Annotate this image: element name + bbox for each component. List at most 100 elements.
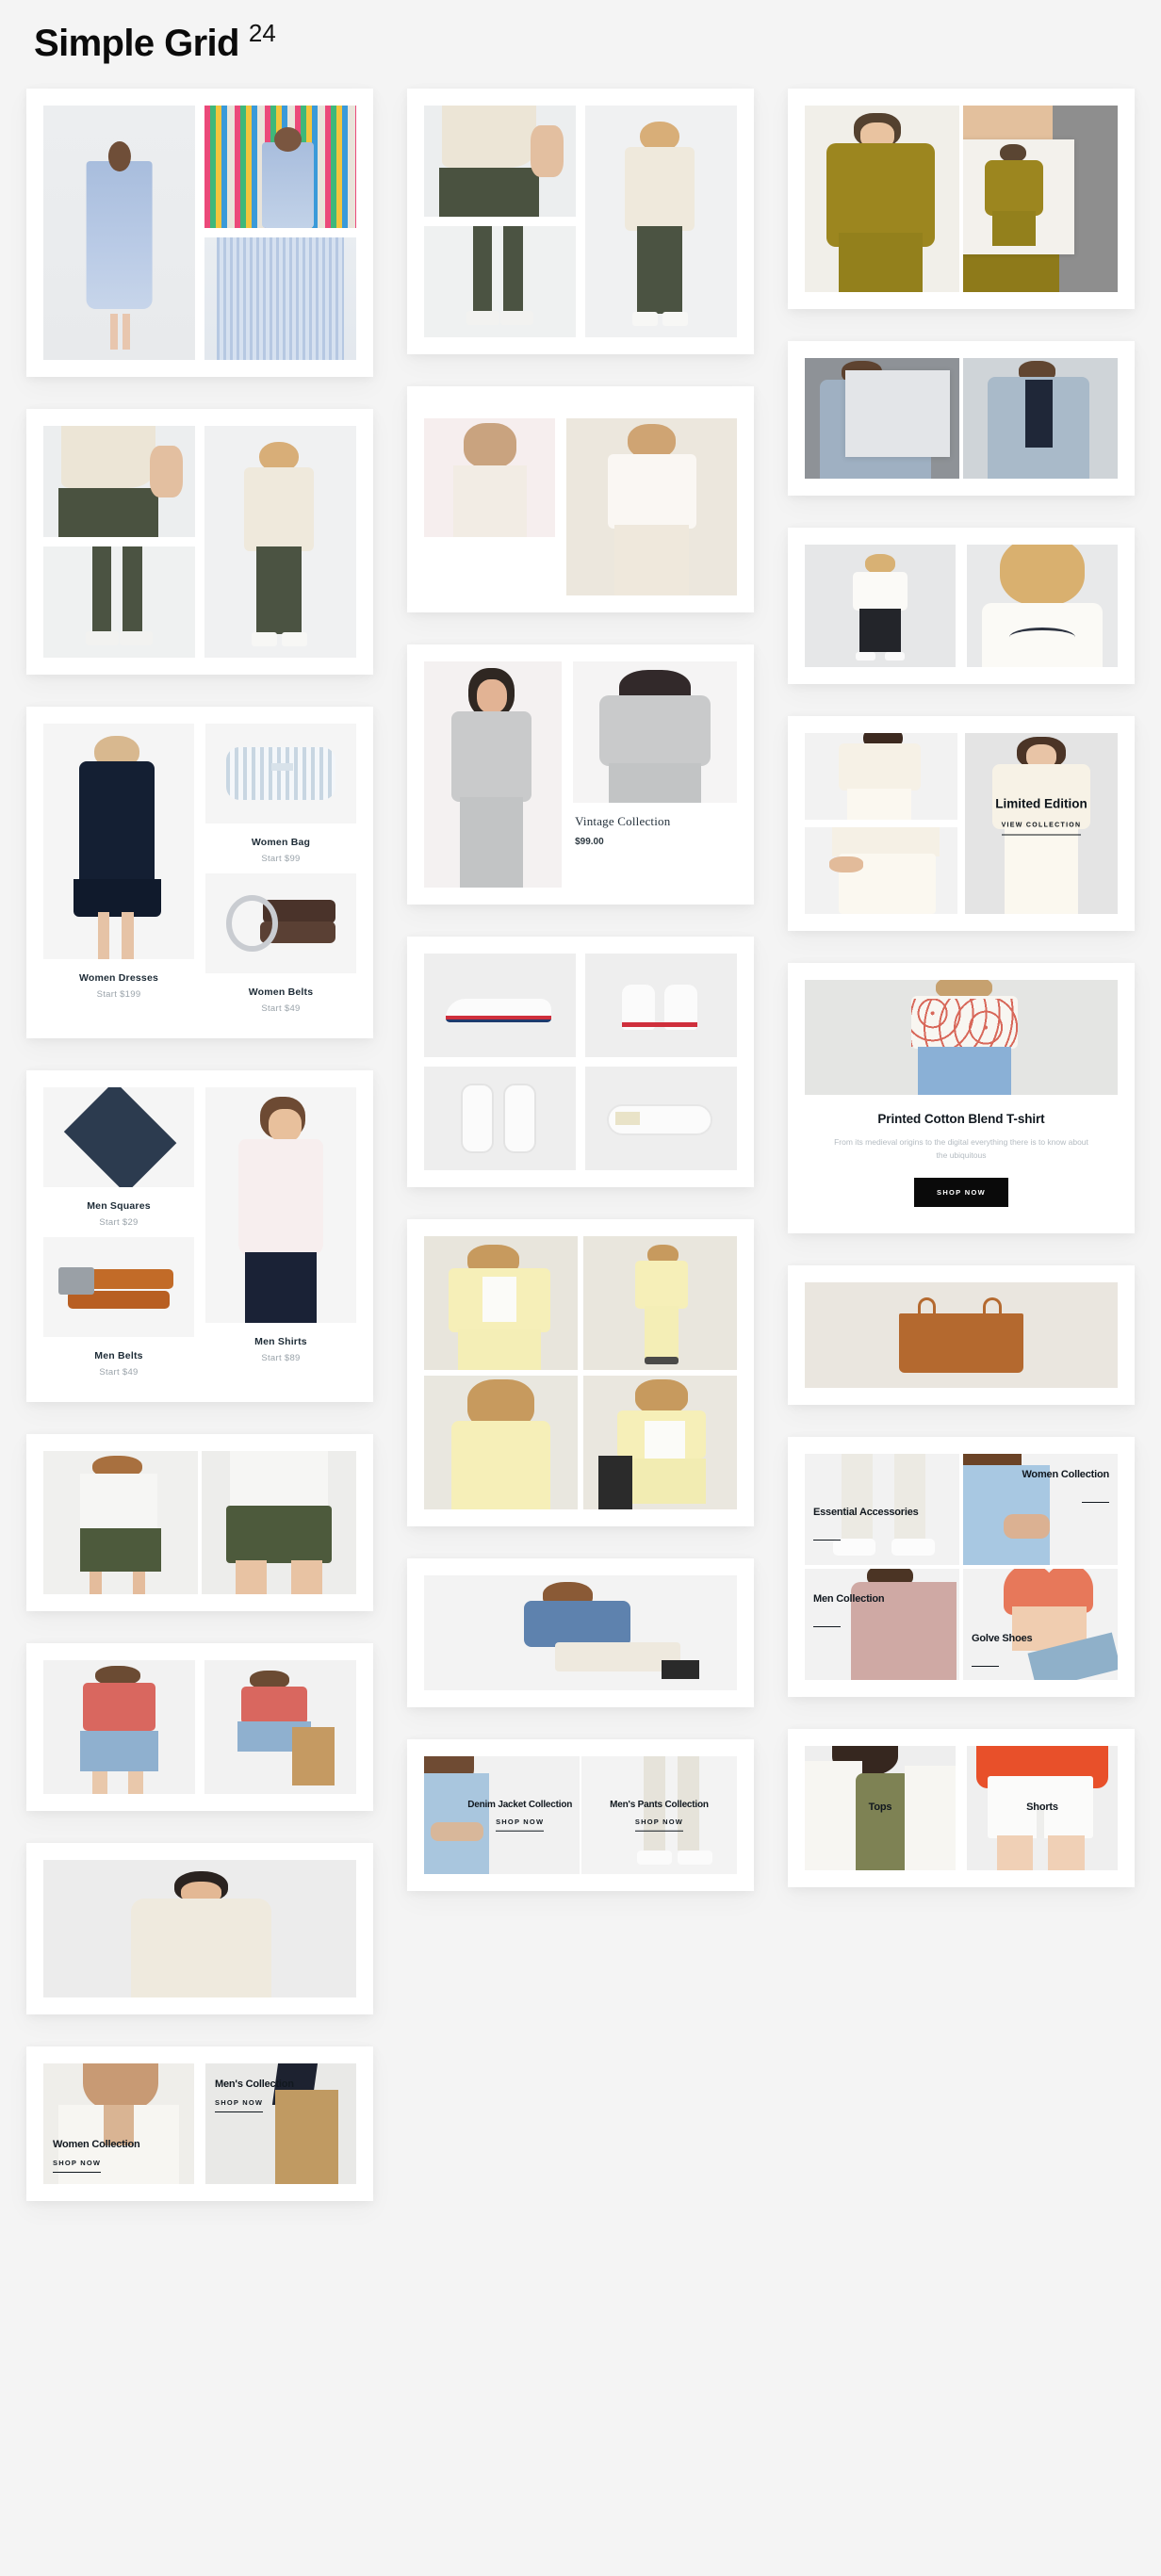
- product-image-women-dresses[interactable]: [43, 724, 194, 959]
- shop-now-link[interactable]: SHOP NOW: [496, 1818, 545, 1832]
- overlay-title: Essential Accessories: [813, 1507, 919, 1519]
- product-image[interactable]: [585, 106, 737, 337]
- product-image[interactable]: [424, 418, 556, 537]
- card-olive-pants-gallery-alt[interactable]: [407, 89, 754, 354]
- card-boys-olive-pants-gallery[interactable]: [26, 409, 373, 675]
- overlay-underline[interactable]: [813, 1526, 842, 1541]
- caption-title: Women Dresses: [78, 972, 159, 984]
- tile-women-collection[interactable]: Women Collection: [963, 1453, 1118, 1565]
- view-collection-link[interactable]: VIEW COLLECTION: [1001, 823, 1082, 836]
- overlay-women-collection: Women Collection SHOP NOW: [53, 2139, 140, 2173]
- tile-golve-shoes[interactable]: Golve Shoes: [963, 1568, 1118, 1680]
- overlay-denim-jacket-collection: Denim Jacket Collection SHOP NOW: [467, 1799, 572, 1832]
- card-collection-quad[interactable]: Essential Accessories Women Collection M…: [788, 1436, 1135, 1697]
- product-image[interactable]: [43, 1860, 356, 1997]
- tile-essential-accessories[interactable]: Essential Accessories: [805, 1453, 959, 1565]
- card-tan-tote-bag-single[interactable]: [788, 1264, 1135, 1405]
- overlay-underline[interactable]: [813, 1613, 842, 1627]
- product-image-women-belts[interactable]: [205, 873, 356, 973]
- shop-now-link[interactable]: SHOP NOW: [53, 2159, 102, 2173]
- product-image[interactable]: [43, 106, 195, 360]
- product-image[interactable]: [204, 426, 356, 658]
- card-men-essentials[interactable]: Men Squares Start $29 Men Belts Start $4…: [26, 1070, 373, 1402]
- shop-now-link[interactable]: SHOP NOW: [215, 2098, 264, 2112]
- product-image[interactable]: [424, 106, 576, 217]
- overlay-underline[interactable]: [972, 1653, 1000, 1667]
- product-image[interactable]: [43, 1660, 195, 1794]
- tile-denim-jacket-collection[interactable]: Denim Jacket Collection SHOP NOW: [424, 1756, 580, 1874]
- product-image[interactable]: [805, 980, 1118, 1095]
- card-blue-sweater-single[interactable]: [407, 1558, 754, 1707]
- card-cream-hoodie-single[interactable]: [26, 1843, 373, 2014]
- tile-men-collection[interactable]: Men Collection: [805, 1568, 959, 1680]
- product-image[interactable]: [805, 545, 956, 667]
- card-collection-split-women-men[interactable]: Women Collection SHOP NOW Men's Collecti…: [26, 2046, 373, 2201]
- product-image[interactable]: [424, 226, 576, 337]
- product-image[interactable]: [424, 1376, 578, 1509]
- card-denim-skirt-pair[interactable]: [26, 1643, 373, 1811]
- product-image-inset[interactable]: [844, 369, 951, 457]
- tile-shorts[interactable]: Shorts: [967, 1745, 1118, 1870]
- overlay-title: Women Collection: [1022, 1468, 1109, 1480]
- card-olive-wrap-dress[interactable]: [788, 89, 1135, 309]
- product-image[interactable]: [583, 1376, 737, 1509]
- card-yellow-suit-grid[interactable]: [407, 1219, 754, 1526]
- product-image[interactable]: [963, 358, 1118, 479]
- overlay-title: Men's Pants Collection: [610, 1799, 709, 1810]
- overlay-title: Denim Jacket Collection: [467, 1799, 573, 1810]
- product-image-limited-edition[interactable]: Limited Edition VIEW COLLECTION: [965, 733, 1118, 914]
- product-image[interactable]: [424, 954, 576, 1057]
- product-image[interactable]: [204, 1660, 356, 1794]
- card-vintage-collection[interactable]: Vintage Collection $99.00: [407, 644, 754, 905]
- card-white-sneakers-grid[interactable]: [407, 937, 754, 1187]
- product-image[interactable]: [805, 1281, 1118, 1388]
- tile-mens-collection[interactable]: Men's Collection SHOP NOW: [205, 2063, 356, 2184]
- product-image[interactable]: [424, 1067, 576, 1170]
- card-women-essentials[interactable]: Women Dresses Start $199 Women Bag Start…: [26, 707, 373, 1038]
- overlay-mens-pants-collection: Men's Pants Collection SHOP NOW: [581, 1799, 737, 1832]
- product-image[interactable]: [585, 1067, 737, 1170]
- product-image[interactable]: [805, 827, 957, 914]
- product-image[interactable]: [805, 358, 959, 479]
- product-image[interactable]: [573, 661, 737, 803]
- product-image-inset[interactable]: [963, 139, 1075, 255]
- card-girls-dress-gallery[interactable]: [26, 89, 373, 377]
- overlay-essential-accessories: Essential Accessories: [813, 1507, 919, 1541]
- caption-men-shirts: Men Shirts Start $89: [205, 1323, 356, 1371]
- card-grey-blazer-men[interactable]: [788, 341, 1135, 496]
- product-image[interactable]: [204, 237, 356, 360]
- product-image[interactable]: [43, 1451, 198, 1594]
- product-image[interactable]: [204, 106, 356, 228]
- product-image-men-belts[interactable]: [43, 1237, 194, 1337]
- shop-now-button[interactable]: SHOP NOW: [914, 1177, 1008, 1207]
- card-tops-shorts-split[interactable]: Tops Shorts: [788, 1728, 1135, 1887]
- card-collection-split-denim-pants[interactable]: Denim Jacket Collection SHOP NOW Men's P…: [407, 1739, 754, 1891]
- tile-tops[interactable]: Tops: [805, 1745, 956, 1870]
- shop-now-link[interactable]: SHOP NOW: [634, 1818, 684, 1832]
- card-limited-edition[interactable]: Limited Edition VIEW COLLECTION: [788, 716, 1135, 931]
- product-image[interactable]: [424, 1236, 578, 1370]
- card-printed-cotton-blend-tshirt[interactable]: Printed Cotton Blend T-shirt From its me…: [788, 963, 1135, 1233]
- product-image[interactable]: [585, 954, 737, 1057]
- product-image[interactable]: [566, 418, 737, 595]
- product-image[interactable]: [967, 545, 1118, 667]
- promo-title: Printed Cotton Blend T-shirt: [877, 1112, 1045, 1126]
- tile-mens-pants-collection[interactable]: Men's Pants Collection SHOP NOW: [581, 1756, 737, 1874]
- card-olive-shorts-pair[interactable]: [26, 1434, 373, 1611]
- product-image[interactable]: [43, 546, 195, 658]
- product-image[interactable]: [202, 1451, 356, 1594]
- card-blush-blouse-pair[interactable]: [407, 386, 754, 612]
- product-image[interactable]: [424, 1575, 737, 1690]
- product-image-men-shirts[interactable]: [205, 1087, 356, 1323]
- product-image-men-squares[interactable]: [43, 1087, 194, 1187]
- product-image[interactable]: [805, 733, 957, 820]
- product-image-women-bag[interactable]: [205, 724, 356, 823]
- product-image[interactable]: [583, 1236, 737, 1370]
- product-image[interactable]: [424, 661, 563, 888]
- card-kids-white-tee-pair[interactable]: [788, 528, 1135, 684]
- product-image[interactable]: [963, 106, 1118, 292]
- overlay-underline[interactable]: [1081, 1489, 1109, 1503]
- tile-women-collection[interactable]: Women Collection SHOP NOW: [43, 2063, 194, 2184]
- product-image[interactable]: [805, 106, 959, 292]
- product-image[interactable]: [43, 426, 195, 537]
